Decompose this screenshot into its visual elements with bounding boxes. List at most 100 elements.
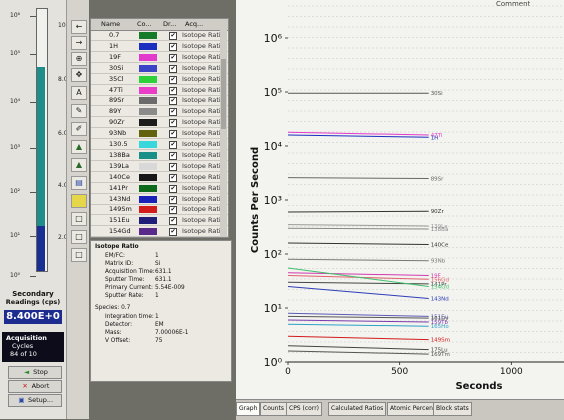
row-draw-checkbox[interactable]: ✔ [169,32,177,40]
row-color-swatch[interactable] [139,32,157,39]
blank-box3-icon[interactable]: □ [71,248,87,262]
stop-icon: ◄ [24,368,30,376]
table-row[interactable]: 130.5 ✔ Isotope Rati [91,140,228,150]
row-color-swatch[interactable] [139,228,157,236]
table-row[interactable]: 47Ti ✔ Isotope Rati [91,86,228,96]
x-tick-label: 1000 [500,367,523,377]
table-row[interactable]: 30Si ✔ Isotope Rati [91,64,228,74]
row-color-swatch[interactable] [139,162,157,170]
tab-bar: Graph Counts CPS (corr) Calculated Ratios At… [236,399,564,420]
move-icon[interactable]: ✥ [71,68,87,82]
row-color-swatch[interactable] [139,119,157,127]
row-color-swatch[interactable] [139,141,157,148]
row-draw-checkbox[interactable]: ✔ [169,64,177,73]
row-color-swatch[interactable] [139,173,157,181]
table-row[interactable]: 140Ce ✔ Isotope Rati [91,173,228,183]
stop-button[interactable]: ◄ Stop [8,366,62,379]
table-row[interactable]: 149Sm ✔ Isotope Rati [91,205,228,216]
table-row[interactable]: 141Pr ✔ Isotope Rati [91,184,228,194]
table-row[interactable]: 154Gd ✔ Isotope Rati [91,227,228,237]
row-draw-checkbox[interactable]: ✔ [169,53,177,62]
row-color-swatch[interactable] [139,217,157,225]
series-label-140ce: 140Ce [431,242,449,248]
setup-button-label: Setup... [27,396,54,404]
row-color-swatch[interactable] [139,42,157,50]
row-color-swatch[interactable] [139,64,157,72]
tab-counts[interactable]: Counts [260,402,287,416]
arrow-left-icon[interactable]: ← [71,20,87,34]
peak2-icon[interactable]: ▲ [71,158,87,172]
row-draw-checkbox[interactable]: ✔ [169,108,177,117]
row-color-swatch[interactable] [139,195,157,203]
row-draw-checkbox[interactable]: ✔ [169,119,177,128]
row-draw-checkbox[interactable]: ✔ [169,217,177,226]
table-row[interactable]: 151Eu ✔ Isotope Rati [91,216,228,227]
row-color-swatch[interactable] [139,130,157,138]
y-tick-label: 10⁴ [264,140,283,153]
setup-button[interactable]: ▣ Setup... [8,394,62,407]
row-color-swatch[interactable] [139,108,157,116]
table-row[interactable]: 19F ✔ Isotope Rati [91,53,228,63]
arrow-right-icon[interactable]: → [71,36,87,50]
table-row[interactable]: 35Cl ✔ Isotope Rati [91,75,228,85]
row-color-swatch[interactable] [139,184,157,192]
row-draw-checkbox[interactable]: ✔ [169,75,177,84]
row-draw-checkbox[interactable]: ✔ [169,141,177,149]
peak-icon[interactable]: ▲ [71,140,87,154]
abort-button[interactable]: ✕ Abort [8,380,62,393]
yellow-box-icon[interactable] [71,194,87,208]
species-key: Mass: [105,330,122,336]
tab-calculated-ratios[interactable]: Calculated Ratios [328,402,387,416]
gauge-log-tick-mark [30,276,36,277]
table-scroll-thumb[interactable] [221,59,226,129]
row-draw-checkbox[interactable]: ✔ [169,228,177,237]
col-header-name[interactable]: Name [101,20,120,28]
row-draw-checkbox[interactable]: ✔ [169,151,177,160]
row-draw-checkbox[interactable]: ✔ [169,173,177,182]
col-header-acq[interactable]: Acq... [185,20,203,28]
zoom-icon[interactable]: ⊕ [71,52,87,66]
row-color-swatch[interactable] [139,151,157,159]
table-row[interactable]: 89Sr ✔ Isotope Rati [91,96,228,107]
row-color-swatch[interactable] [139,97,157,105]
series-label-165ho: 165Ho [431,324,450,330]
tab-graph[interactable]: Graph [236,402,261,416]
stop-button-label: Stop [33,368,48,376]
table-row[interactable]: 0.7 ✔ Isotope Rati [91,31,228,41]
pencil2-icon[interactable]: ✐ [71,122,87,136]
row-acquisition: Isotope Rati [182,205,221,214]
table-row[interactable]: 89Y ✔ Isotope Rati [91,107,228,118]
col-header-draw[interactable]: Dr... [163,20,176,28]
row-draw-checkbox[interactable]: ✔ [169,130,177,139]
row-color-swatch[interactable] [139,86,157,94]
row-color-swatch[interactable] [139,53,157,61]
row-name: 0.7 [109,31,120,39]
x-axis-label: Seconds [455,381,502,392]
table-row[interactable]: 93Nb ✔ Isotope Rati [91,129,228,140]
table-row[interactable]: 139La ✔ Isotope Rati [91,162,228,172]
table-row[interactable]: 90Zr ✔ Isotope Rati [91,118,228,129]
row-draw-checkbox[interactable]: ✔ [169,97,177,106]
text-icon[interactable]: A [71,86,87,100]
tab-cps-corr[interactable]: CPS (corr) [286,402,323,416]
series-line-151eu [287,312,429,317]
pencil-icon[interactable]: ✎ [71,104,87,118]
area-icon[interactable]: ▤ [71,176,87,190]
row-draw-checkbox[interactable]: ✔ [169,162,177,171]
table-row[interactable]: 1H ✔ Isotope Rati [91,42,228,52]
blank-box-icon[interactable]: □ [71,212,87,226]
row-color-swatch[interactable] [139,75,157,83]
tab-atomic-percent[interactable]: Atomic Percent [387,402,439,416]
row-draw-checkbox[interactable]: ✔ [169,184,177,193]
blank-box2-icon[interactable]: □ [71,230,87,244]
table-row[interactable]: 138Ba ✔ Isotope Rati [91,151,228,161]
row-draw-checkbox[interactable]: ✔ [169,195,177,204]
col-header-color[interactable]: Co... [137,20,152,28]
row-draw-checkbox[interactable]: ✔ [169,206,177,215]
tab-block-stats[interactable]: Block stats [433,402,472,416]
table-row[interactable]: 143Nd ✔ Isotope Rati [91,195,228,205]
row-color-swatch[interactable] [139,206,157,214]
row-draw-checkbox[interactable]: ✔ [169,42,177,51]
chart-panel: Comment 10⁰ 10¹ 10² 10³ 10⁴ 10⁵ 10⁶ 0 500 1000 Seco… [236,0,564,399]
row-draw-checkbox[interactable]: ✔ [169,86,177,95]
